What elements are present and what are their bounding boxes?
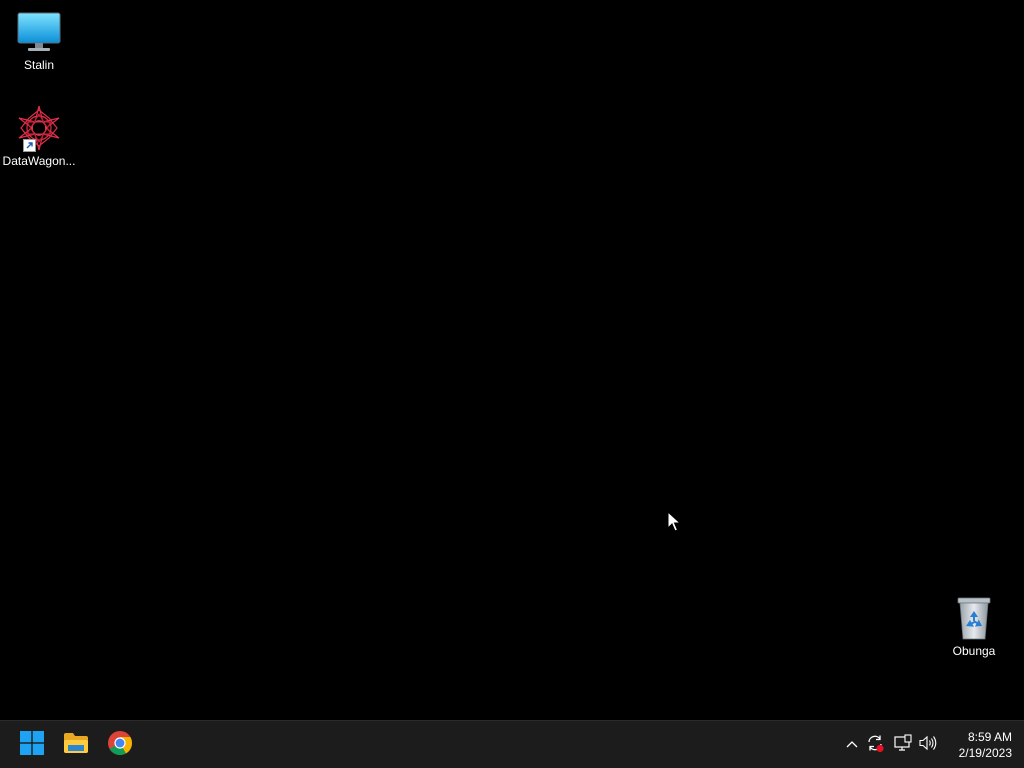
desktop-icon-datawagon[interactable]: DataWagon... <box>1 104 77 168</box>
windows-update-icon <box>865 733 885 758</box>
volume-tray-button[interactable] <box>918 733 938 757</box>
chevron-up-icon <box>845 736 859 754</box>
desktop-icon-label: DataWagon... <box>2 154 76 168</box>
taskbar-clock[interactable]: 8:59 AM 2/19/2023 <box>944 727 1012 763</box>
taskbar: 8:59 AM 2/19/2023 <box>0 720 1024 768</box>
network-icon <box>893 733 913 757</box>
folder-icon <box>63 732 89 759</box>
clock-time: 8:59 AM <box>967 730 1012 744</box>
desktop-icon-label: Obunga <box>952 644 996 658</box>
chrome-button[interactable] <box>100 725 140 765</box>
shortcut-arrow-icon <box>23 139 36 152</box>
desktop-icon-stalin[interactable]: Stalin <box>1 8 77 72</box>
network-tray-button[interactable] <box>893 733 913 757</box>
datawagon-app-icon <box>15 104 63 152</box>
recycle-bin-icon <box>950 594 998 642</box>
monitor-icon <box>15 8 63 56</box>
show-hidden-icons-button[interactable] <box>842 733 862 757</box>
desktop-icon-obunga[interactable]: Obunga <box>936 594 1012 658</box>
mouse-pointer-icon <box>667 510 682 532</box>
chrome-icon <box>107 730 133 761</box>
windows-update-tray-button[interactable] <box>865 733 885 757</box>
file-explorer-button[interactable] <box>56 725 96 765</box>
windows-logo-icon <box>20 730 44 760</box>
start-button[interactable] <box>12 725 52 765</box>
clock-date: 2/19/2023 <box>958 746 1012 760</box>
volume-icon <box>918 734 938 757</box>
desktop[interactable]: Stalin DataWagon... Obunga <box>0 0 1024 720</box>
desktop-icon-label: Stalin <box>23 58 55 72</box>
